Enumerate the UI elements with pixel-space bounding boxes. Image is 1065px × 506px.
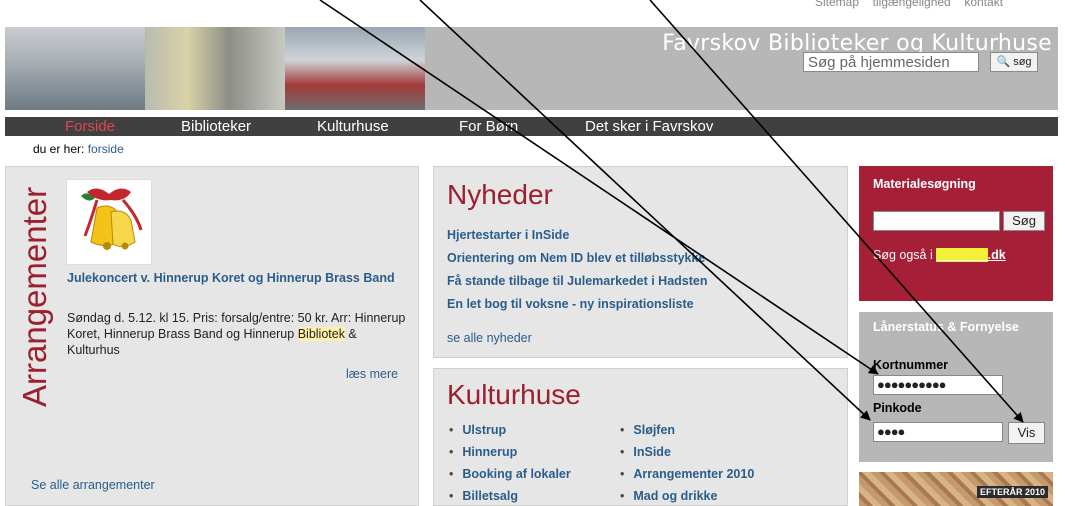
news-item[interactable]: En let bog til voksne - ny inspirationsl… bbox=[447, 297, 694, 311]
sitemap-link[interactable]: Sitemap bbox=[815, 0, 859, 9]
culture-link-hinnerup[interactable]: Hinnerup bbox=[449, 445, 517, 459]
loan-status-panel: Lånerstatus & Fornyelse Kortnummer ●●●●●… bbox=[859, 312, 1053, 462]
culture-link-ulstrup[interactable]: Ulstrup bbox=[449, 423, 506, 437]
material-search-title: Materialesøgning bbox=[873, 177, 976, 191]
nav-biblioteker[interactable]: Biblioteker bbox=[181, 117, 251, 136]
bibliotek-dk-highlight: bibliotek bbox=[936, 248, 988, 262]
material-search-panel: Materialesøgning Søg Søg også i bibliote… bbox=[859, 166, 1053, 301]
loan-status-title: Lånerstatus & Fornyelse bbox=[873, 320, 1019, 334]
culture-link-arrangementer[interactable]: Arrangementer 2010 bbox=[620, 467, 754, 481]
news-item[interactable]: Hjertestarter i InSide bbox=[447, 228, 569, 242]
bibliotek-dk-link[interactable]: bibliotek.dk bbox=[936, 248, 1006, 262]
see-all-news-link[interactable]: se alle nyheder bbox=[447, 331, 532, 345]
pin-label: Pinkode bbox=[873, 401, 922, 415]
magnifier-icon: 🔍 bbox=[996, 56, 1011, 68]
nav-det-sker[interactable]: Det sker i Favrskov bbox=[585, 117, 713, 136]
news-item[interactable]: Orientering om Nem ID blev et tilløbssty… bbox=[447, 251, 705, 265]
event-desc-highlight: Bibliotek bbox=[297, 327, 345, 341]
bibliotek-dk-suffix: .dk bbox=[987, 248, 1006, 262]
autumn-banner[interactable]: EFTERÅR 2010 bbox=[859, 472, 1053, 506]
bells-icon bbox=[81, 188, 143, 250]
events-panel: Arrangementer Julekoncert v. Hinnerup Ko… bbox=[5, 166, 419, 506]
see-all-events-link[interactable]: Se alle arrangementer bbox=[31, 478, 155, 492]
culture-title: Kulturhuse bbox=[447, 379, 581, 410]
news-panel: Nyheder Hjertestarter i InSide Orienteri… bbox=[433, 166, 848, 358]
material-search-button[interactable]: Søg bbox=[1003, 211, 1045, 231]
event-description: Søndag d. 5.12. kl 15. Pris: forsalg/ent… bbox=[67, 310, 407, 358]
card-number-input[interactable]: ●●●●●●●●●● bbox=[873, 375, 1003, 395]
breadcrumb: du er her: forside bbox=[33, 142, 124, 156]
pin-input[interactable]: ●●●● bbox=[873, 422, 1003, 442]
events-heading: Arrangementer bbox=[16, 186, 53, 407]
header-photo-3 bbox=[285, 27, 425, 110]
event-title[interactable]: Julekoncert v. Hinnerup Koret og Hinneru… bbox=[67, 270, 407, 286]
nav-forside[interactable]: Forside bbox=[65, 117, 115, 136]
culture-panel: Kulturhuse Ulstrup Hinnerup Booking af l… bbox=[433, 368, 848, 506]
site-search-input[interactable]: Søg på hjemmesiden bbox=[803, 52, 979, 72]
site-search-button[interactable]: 🔍 søg bbox=[990, 52, 1038, 72]
culture-link-billetsalg[interactable]: Billetsalg bbox=[449, 489, 518, 503]
search-also-prefix: Søg også i bbox=[873, 248, 937, 262]
header-photos bbox=[5, 27, 425, 110]
header-photo-1 bbox=[5, 27, 145, 110]
card-number-label: Kortnummer bbox=[873, 358, 949, 372]
site-search-button-label: søg bbox=[1013, 56, 1032, 68]
header-photo-2 bbox=[145, 27, 285, 110]
accessibility-link[interactable]: tilgængelighed bbox=[873, 0, 951, 9]
breadcrumb-prefix: du er her: bbox=[33, 142, 85, 156]
material-search-input[interactable] bbox=[873, 211, 1000, 231]
nav-kulturhuse[interactable]: Kulturhuse bbox=[317, 117, 389, 136]
christmas-bells-image bbox=[66, 179, 152, 265]
nav-for-boern[interactable]: For Børn bbox=[459, 117, 518, 136]
search-also: Søg også i bibliotek.dk bbox=[873, 248, 1006, 262]
banner-label: EFTERÅR 2010 bbox=[976, 486, 1048, 498]
show-status-button[interactable]: Vis bbox=[1008, 422, 1045, 444]
main-nav: Forside Biblioteker Kulturhuse For Børn … bbox=[5, 117, 1058, 136]
contact-link[interactable]: kontakt bbox=[964, 0, 1003, 9]
culture-link-sloejfen[interactable]: Sløjfen bbox=[620, 423, 675, 437]
culture-link-mad[interactable]: Mad og drikke bbox=[620, 489, 717, 503]
breadcrumb-current[interactable]: forside bbox=[88, 142, 124, 156]
culture-link-booking[interactable]: Booking af lokaler bbox=[449, 467, 570, 481]
culture-link-inside[interactable]: InSide bbox=[620, 445, 671, 459]
read-more-link[interactable]: læs mere bbox=[346, 367, 398, 381]
news-title: Nyheder bbox=[447, 179, 553, 210]
utility-links: Sitemap tilgængelighed kontakt bbox=[815, 0, 1065, 22]
news-item[interactable]: Få stande tilbage til Julemarkedet i Had… bbox=[447, 274, 708, 288]
